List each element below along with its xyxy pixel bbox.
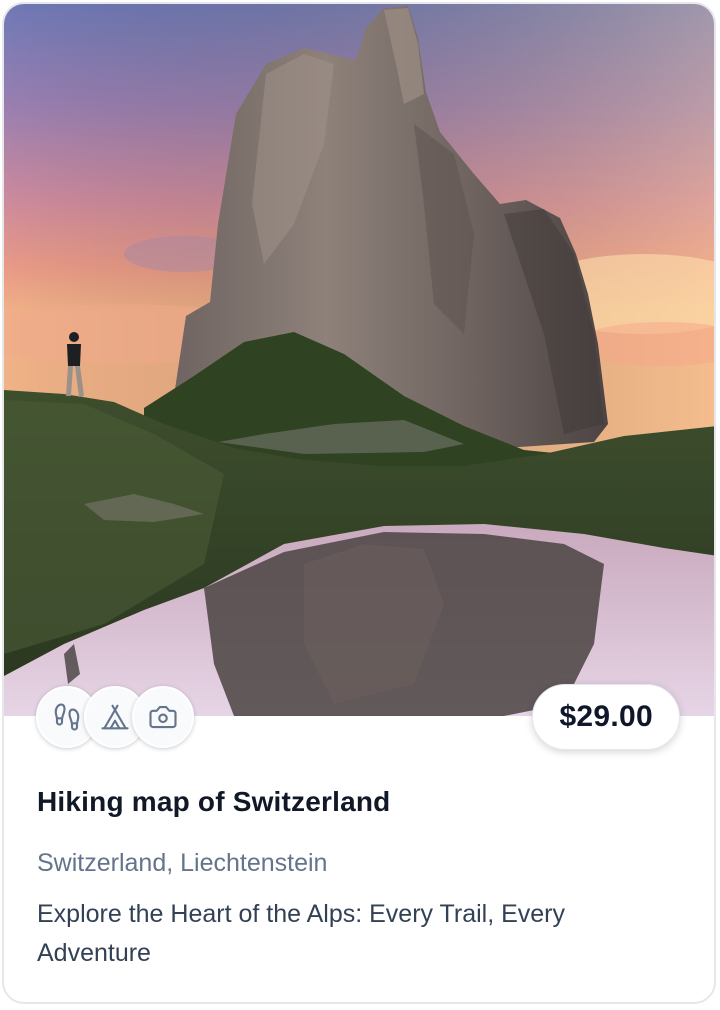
card-title[interactable]: Hiking map of Switzerland bbox=[37, 786, 390, 818]
hero-image bbox=[4, 4, 714, 716]
camera-icon[interactable] bbox=[132, 686, 194, 748]
description-text: Explore the Heart of the Alps: Every Tra… bbox=[37, 900, 566, 967]
product-card[interactable]: $29.00 Hiking map of Switzerland Switzer… bbox=[2, 2, 716, 1004]
amenity-icons bbox=[36, 686, 194, 750]
location-text: Switzerland, Liechtenstein bbox=[37, 849, 328, 877]
price-badge: $29.00 bbox=[532, 684, 680, 750]
